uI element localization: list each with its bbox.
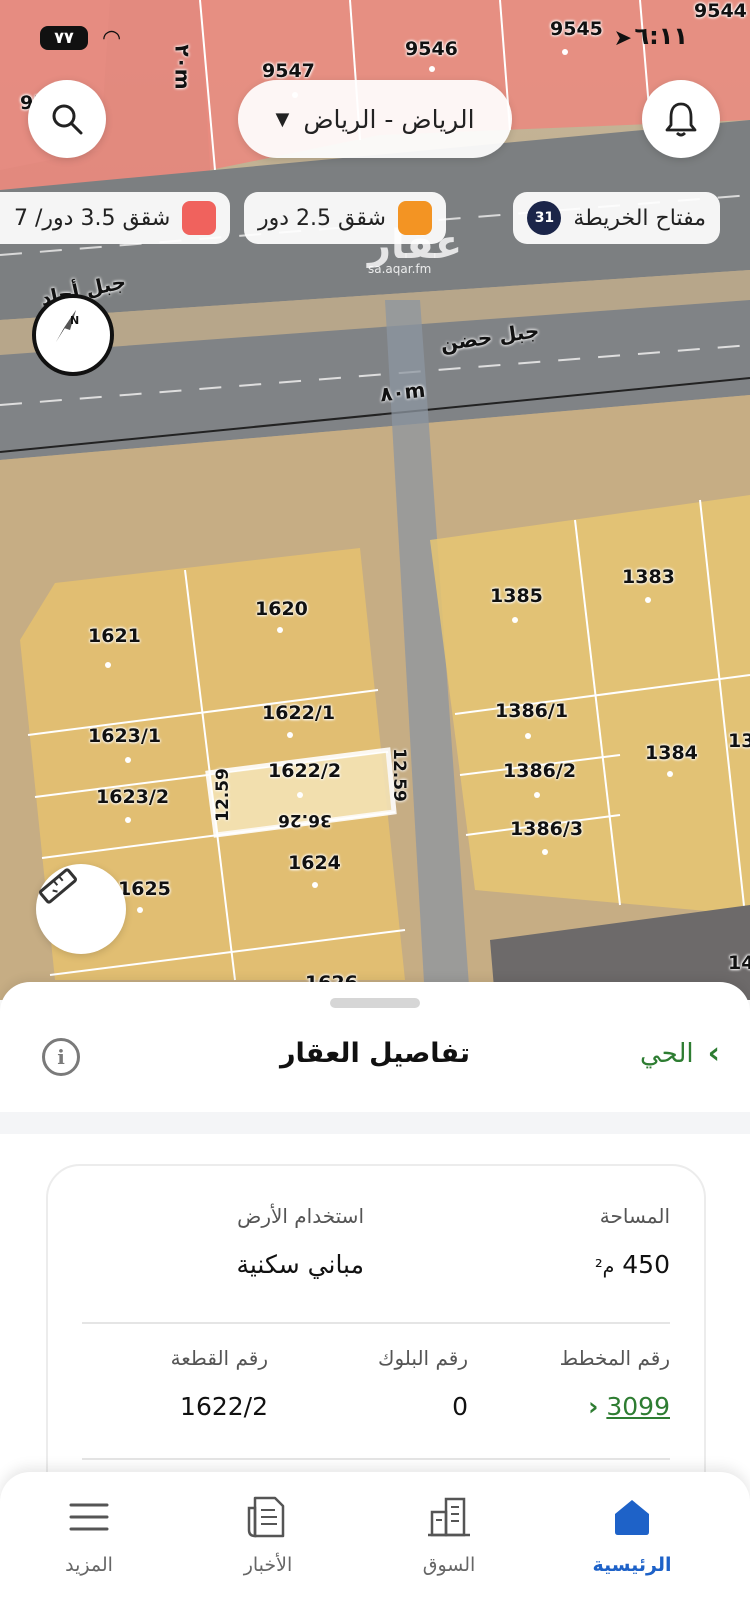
plot-label-selected[interactable]: 1622/2: [268, 760, 341, 782]
bottom-tab-bar: الرئيسية السوق الأخبار المزيد: [0, 1472, 750, 1623]
plot-number-field: رقم القطعة 1622/2: [171, 1346, 268, 1421]
buildings-icon: [428, 1497, 470, 1537]
plot-label: 1386/3: [510, 818, 584, 840]
plot-label: 1386/1: [495, 700, 569, 722]
road-label: ٨٠m: [378, 377, 427, 407]
plan-number-label: رقم المخطط: [559, 1346, 670, 1370]
dimension-label: 12.59: [212, 768, 233, 822]
block-number-label: رقم البلوك: [377, 1346, 468, 1370]
sheet-grabber[interactable]: [330, 998, 420, 1008]
news-icon: [247, 1496, 285, 1538]
compass-icon: N: [56, 310, 79, 342]
plot-label: 1625: [118, 878, 171, 900]
city-label: الرياض - الرياض: [303, 104, 475, 134]
plan-number-value[interactable]: 3099: [606, 1392, 670, 1421]
red-swatch: [182, 201, 217, 235]
svg-text:N: N: [70, 314, 79, 327]
notifications-button[interactable]: [642, 80, 720, 158]
legend-chip-orange[interactable]: شقق 2.5 دور: [244, 192, 446, 244]
plot-label: 13: [728, 730, 750, 752]
map-key-label: مفتاح الخريطة: [573, 205, 706, 231]
watermark-domain: sa.aqar.fm: [368, 262, 432, 276]
chevron-left-icon: ‹: [588, 1392, 599, 1421]
tab-home[interactable]: الرئيسية: [557, 1492, 707, 1576]
menu-icon: [69, 1503, 109, 1531]
plot-label: 9544: [694, 0, 747, 22]
card-divider: [82, 1322, 670, 1324]
plot-number-value: 1622/2: [180, 1392, 268, 1421]
area-unit: م²: [594, 1256, 615, 1278]
land-use-label: استخدام الأرض: [237, 1204, 364, 1228]
status-time: ٦:١١: [634, 22, 688, 50]
search-icon: [52, 104, 83, 135]
plot-label: 1622/1: [262, 702, 336, 724]
sheet-header: › الحي تفاصيل العقار i: [0, 1008, 750, 1112]
tab-label: الرئيسية: [592, 1554, 672, 1576]
battery-indicator: ٧٧: [40, 26, 88, 50]
status-bar: ٦:١١ ➤ ◠ ٧٧: [0, 22, 750, 56]
block-number-value: 0: [452, 1392, 468, 1421]
area-label: المساحة: [599, 1204, 670, 1228]
compass-button[interactable]: N: [32, 294, 114, 376]
chevron-down-icon: ▼: [275, 108, 290, 130]
tab-label: الأخبار: [243, 1554, 293, 1576]
ruler-icon: [39, 868, 77, 904]
plot-label: 1624: [288, 852, 341, 874]
dimension-label: 12.59: [388, 748, 409, 802]
plot-label: 1623/2: [96, 786, 170, 808]
plot-label: 1383: [622, 566, 675, 588]
plot-label: 1384: [645, 742, 698, 764]
area-number: 450: [622, 1250, 670, 1279]
search-button[interactable]: [28, 80, 106, 158]
orange-swatch: [397, 201, 432, 235]
tab-label: السوق: [422, 1554, 476, 1576]
info-icon[interactable]: i: [42, 1038, 80, 1076]
tab-news[interactable]: الأخبار: [193, 1492, 343, 1576]
bell-icon: [665, 102, 697, 137]
area-value: 450 م²: [595, 1250, 670, 1279]
sheet-title: تفاصيل العقار: [279, 1038, 471, 1069]
measure-button[interactable]: [36, 864, 126, 954]
plot-label: 1623/1: [88, 725, 162, 747]
map-key-count-badge: 31: [527, 201, 562, 235]
location-arrow-icon: ➤: [613, 26, 632, 51]
tab-market[interactable]: السوق: [374, 1492, 524, 1576]
plan-number-link[interactable]: 3099 ‹: [560, 1392, 670, 1421]
legend-chip-label: شقق 3.5 دور/ 7: [14, 205, 171, 231]
land-use-field: استخدام الأرض مباني سكنية: [236, 1204, 364, 1279]
legend-chip-red[interactable]: شقق 3.5 دور/ 7: [0, 192, 231, 244]
block-number-field: رقم البلوك 0: [378, 1346, 468, 1421]
city-selector[interactable]: الرياض - الرياض ▼: [238, 80, 512, 158]
land-use-value: مباني سكنية: [236, 1250, 364, 1279]
legend-chip-label: شقق 2.5 دور: [258, 205, 386, 231]
card-divider: [82, 1458, 670, 1460]
tab-label: المزيد: [65, 1554, 113, 1576]
section-divider: [0, 1112, 750, 1134]
plot-label: 1621: [88, 625, 141, 647]
home-icon: [615, 1500, 649, 1535]
plot-label: 1385: [490, 585, 543, 607]
plot-label: 1386/2: [503, 760, 577, 782]
plot-number-label: رقم القطعة: [170, 1346, 268, 1370]
dimension-label: 36.26: [278, 810, 332, 830]
plot-label: 14: [728, 952, 750, 974]
area-field: المساحة 450 م²: [595, 1204, 670, 1279]
wifi-icon: ◠: [102, 26, 122, 51]
map-key-button[interactable]: مفتاح الخريطة 31: [513, 192, 720, 244]
plan-number-field: رقم المخطط 3099 ‹: [560, 1346, 670, 1421]
tab-more[interactable]: المزيد: [14, 1492, 164, 1576]
plot-label: 1620: [255, 598, 308, 620]
plot-label: 9547: [262, 60, 315, 82]
